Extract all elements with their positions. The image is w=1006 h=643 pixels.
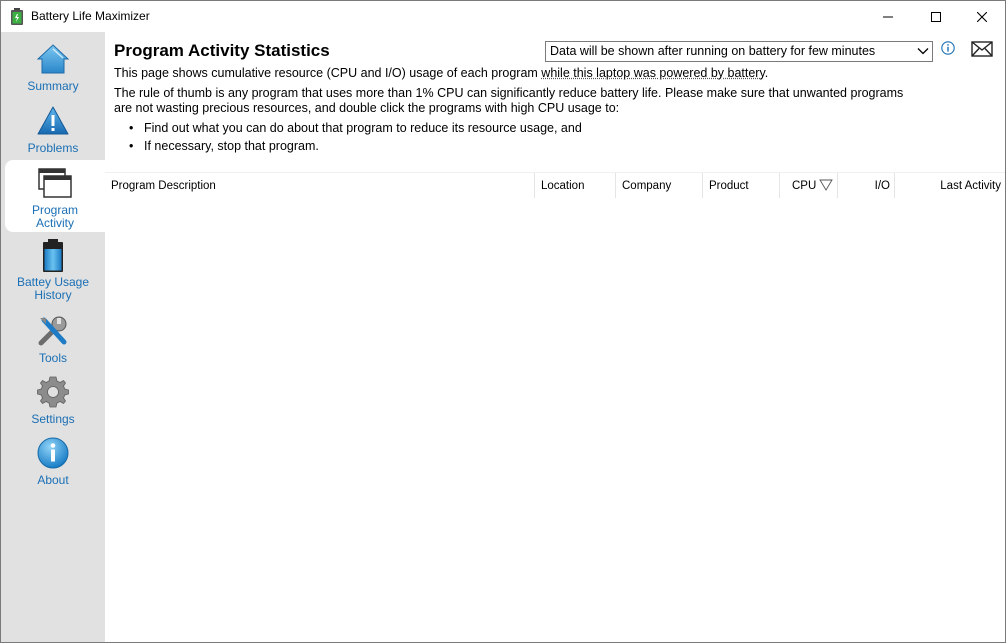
sidebar-item-summary[interactable]: Summary xyxy=(1,42,105,100)
column-header-program-description[interactable]: Program Description xyxy=(105,173,535,199)
sidebar-item-label: Summary xyxy=(27,79,79,93)
info-icon xyxy=(37,437,69,469)
sidebar-item-label: About xyxy=(37,473,69,487)
battery-powered-link[interactable]: while this laptop was powered by battery xyxy=(541,66,765,80)
table-header: Program Description Location Company Pro… xyxy=(105,172,1005,199)
info-icon[interactable] xyxy=(941,41,955,55)
sidebar-item-label: Problems xyxy=(27,141,79,155)
main-content: Program Activity Statistics Data will be… xyxy=(105,32,1005,642)
chevron-down-icon xyxy=(917,48,929,55)
battery-app-icon xyxy=(11,8,23,25)
description-text: This page shows cumulative resource (CPU… xyxy=(114,66,768,80)
column-header-last-activity[interactable]: Last Activity xyxy=(895,173,1005,199)
sidebar-item-label: Tools xyxy=(38,351,67,365)
app-window: Battery Life Maximizer Summary Problems … xyxy=(0,0,1006,643)
close-icon xyxy=(977,11,987,22)
sidebar-item-program-activity[interactable]: Program Activity xyxy=(5,160,105,232)
title-bar: Battery Life Maximizer xyxy=(1,1,1005,32)
column-header-product[interactable]: Product xyxy=(703,173,780,199)
column-header-cpu-label: CPU xyxy=(792,180,817,192)
sidebar-item-about[interactable]: About xyxy=(1,436,105,490)
page-title: Program Activity Statistics xyxy=(114,41,330,60)
windows-icon xyxy=(38,168,72,198)
home-icon xyxy=(36,44,70,74)
sidebar: Summary Problems Program Activity Battey… xyxy=(1,32,105,642)
description-suffix: . xyxy=(764,66,769,80)
program-table-body[interactable] xyxy=(105,198,1005,642)
sidebar-item-problems[interactable]: Problems xyxy=(1,104,105,160)
column-header-io[interactable]: I/O xyxy=(838,173,895,199)
rule-of-thumb-text: The rule of thumb is any program that us… xyxy=(114,86,903,116)
rule-line-2: are not wasting precious resources, and … xyxy=(114,101,620,115)
list-item: If necessary, stop that program. xyxy=(129,139,582,157)
sidebar-item-settings[interactable]: Settings xyxy=(1,375,105,429)
close-button[interactable] xyxy=(959,1,1005,32)
sidebar-item-tools[interactable]: Tools xyxy=(1,314,105,368)
sidebar-item-label: Battey Usage History xyxy=(16,275,90,302)
sidebar-item-label: Program Activity xyxy=(31,203,78,230)
sidebar-item-battery-usage-history[interactable]: Battey Usage History xyxy=(1,238,105,304)
maximize-button[interactable] xyxy=(913,1,959,32)
column-header-cpu[interactable]: CPU xyxy=(780,173,838,199)
warning-icon xyxy=(37,106,69,135)
period-select-value: Data will be shown after running on batt… xyxy=(550,44,876,58)
battery-icon xyxy=(43,239,63,272)
minimize-button[interactable] xyxy=(865,1,911,32)
tools-icon xyxy=(38,316,67,346)
column-header-company[interactable]: Company xyxy=(616,173,703,199)
advice-list: Find out what you can do about that prog… xyxy=(129,121,582,157)
column-header-location[interactable]: Location xyxy=(535,173,616,199)
sort-descending-icon xyxy=(819,179,833,191)
description-prefix: This page shows cumulative resource (CPU… xyxy=(114,66,542,80)
mail-icon[interactable] xyxy=(971,41,993,57)
list-item: Find out what you can do about that prog… xyxy=(129,121,582,139)
rule-line-1: The rule of thumb is any program that us… xyxy=(114,86,904,100)
sidebar-item-label: Settings xyxy=(31,412,75,426)
period-select[interactable]: Data will be shown after running on batt… xyxy=(545,41,933,62)
window-title: Battery Life Maximizer xyxy=(31,9,150,23)
gear-icon xyxy=(37,376,69,408)
minimize-icon xyxy=(883,16,893,17)
maximize-icon xyxy=(931,11,941,22)
